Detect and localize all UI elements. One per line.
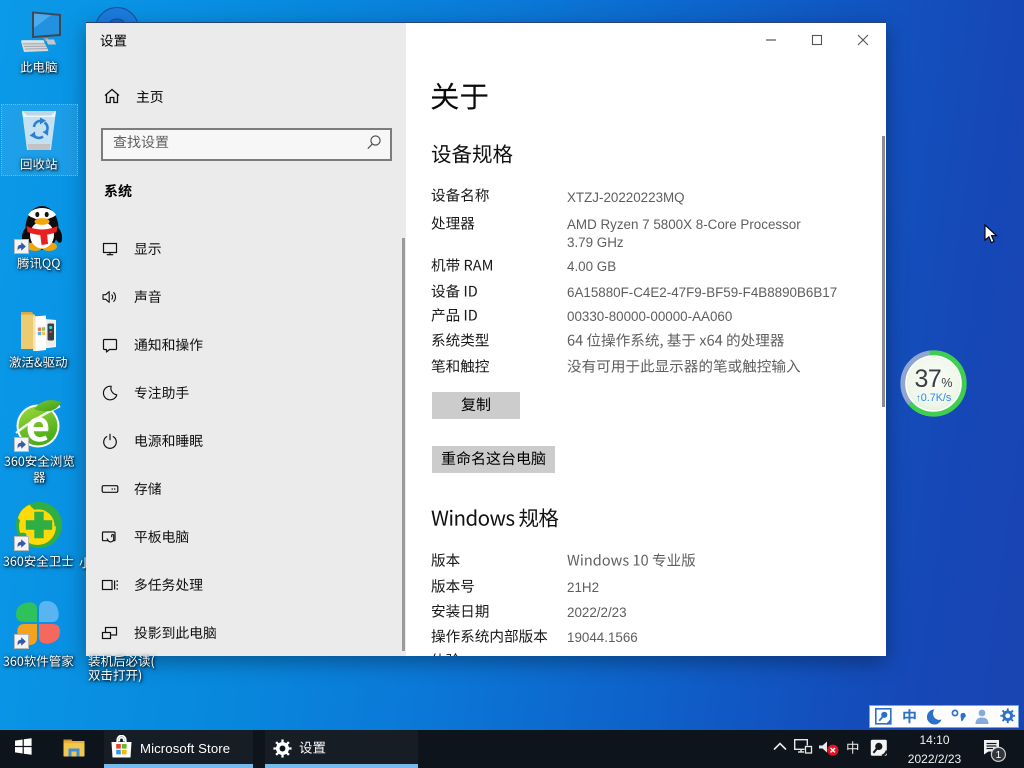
svg-text:1: 1	[996, 750, 1002, 761]
